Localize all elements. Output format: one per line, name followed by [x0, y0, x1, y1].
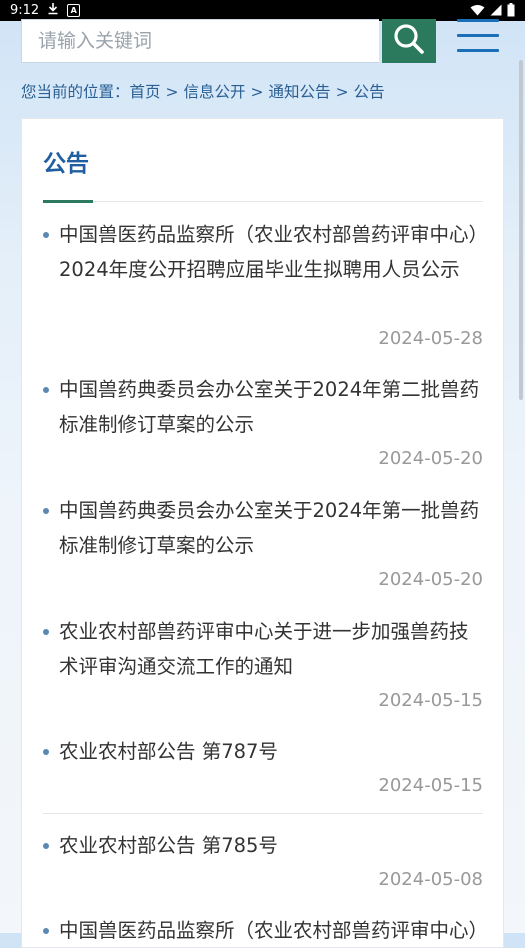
breadcrumb-announcement[interactable]: 公告 — [354, 83, 385, 101]
download-icon — [47, 2, 59, 19]
scrollbar-thumb[interactable] — [519, 60, 523, 400]
status-bar: 9:12 A — [0, 0, 525, 21]
news-date: 2024-05-08 — [378, 869, 483, 890]
news-date: 2024-05-20 — [378, 569, 483, 590]
news-date: 2024-05-15 — [378, 775, 483, 796]
section-title: 公告 — [43, 151, 89, 177]
search-button[interactable] — [382, 19, 436, 63]
breadcrumb-home[interactable]: 首页 — [130, 83, 161, 101]
announcement-card: 公告 中国兽医药品监察所（农业农村部兽药评审中心）2024年度公开招聘应届毕业生… — [21, 118, 504, 948]
bullet-icon — [43, 387, 49, 393]
a-badge-icon: A — [67, 4, 81, 17]
wifi-icon — [470, 4, 485, 20]
bullet-icon — [43, 843, 49, 849]
list-divider — [43, 813, 483, 814]
news-date: 2024-05-28 — [378, 328, 483, 349]
search-input[interactable] — [22, 20, 379, 62]
news-title[interactable]: 中国兽医药品监察所（农业农村部兽药评审中心） — [59, 913, 483, 948]
signal-icon — [490, 4, 502, 20]
bullet-icon — [43, 749, 49, 755]
title-divider — [43, 201, 483, 202]
news-title[interactable]: 农业农村部公告 第787号 — [59, 734, 483, 769]
hamburger-menu-icon[interactable] — [455, 19, 501, 59]
news-title[interactable]: 中国兽药典委员会办公室关于2024年第一批兽药标准制修订草案的公示 — [59, 493, 483, 563]
news-title[interactable]: 中国兽药典委员会办公室关于2024年第二批兽药标准制修订草案的公示 — [59, 372, 483, 442]
bullet-icon — [43, 928, 49, 934]
breadcrumb-prefix: 您当前的位置： — [21, 83, 130, 101]
news-title[interactable]: 中国兽医药品监察所（农业农村部兽药评审中心）2024年度公开招聘应届毕业生拟聘用… — [59, 217, 483, 287]
bullet-icon — [43, 232, 49, 238]
breadcrumb-separator: > — [250, 83, 264, 101]
bullet-icon — [43, 508, 49, 514]
title-accent-bar — [43, 200, 93, 203]
breadcrumb-info-public[interactable]: 信息公开 — [184, 83, 246, 101]
header — [0, 19, 525, 66]
search-box — [21, 19, 379, 63]
breadcrumb-separator: > — [335, 83, 349, 101]
battery-icon — [507, 3, 515, 21]
news-date: 2024-05-15 — [378, 690, 483, 711]
news-date: 2024-05-20 — [378, 448, 483, 469]
news-title[interactable]: 农业农村部兽药评审中心关于进一步加强兽药技术评审沟通交流工作的通知 — [59, 614, 483, 684]
breadcrumb-separator: > — [165, 83, 179, 101]
breadcrumb-notices[interactable]: 通知公告 — [269, 83, 331, 101]
breadcrumb: 您当前的位置：首页 > 信息公开 > 通知公告 > 公告 — [21, 80, 385, 102]
search-icon — [392, 22, 426, 60]
news-title[interactable]: 农业农村部公告 第785号 — [59, 828, 483, 863]
status-time: 9:12 — [10, 3, 40, 18]
bullet-icon — [43, 629, 49, 635]
